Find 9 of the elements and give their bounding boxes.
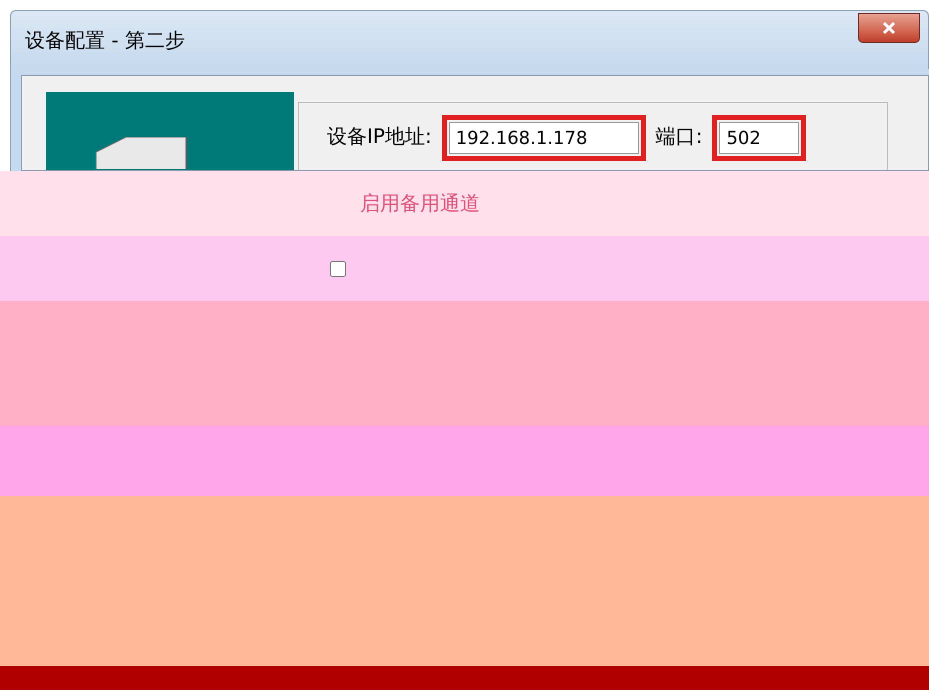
field-label: 设备IP地址: [327, 123, 432, 150]
input-field[interactable]: 192.168.1.178 [448, 122, 639, 154]
close-icon [882, 21, 896, 35]
field-label: 端口: [656, 123, 702, 150]
close-button[interactable] [858, 13, 920, 43]
backup-channel-label: 启用备用通道 [360, 190, 480, 217]
window-title: 设备配置 - 第二步 [25, 26, 185, 54]
checkbox[interactable] [330, 260, 346, 276]
input-field[interactable]: 502 [719, 122, 800, 154]
